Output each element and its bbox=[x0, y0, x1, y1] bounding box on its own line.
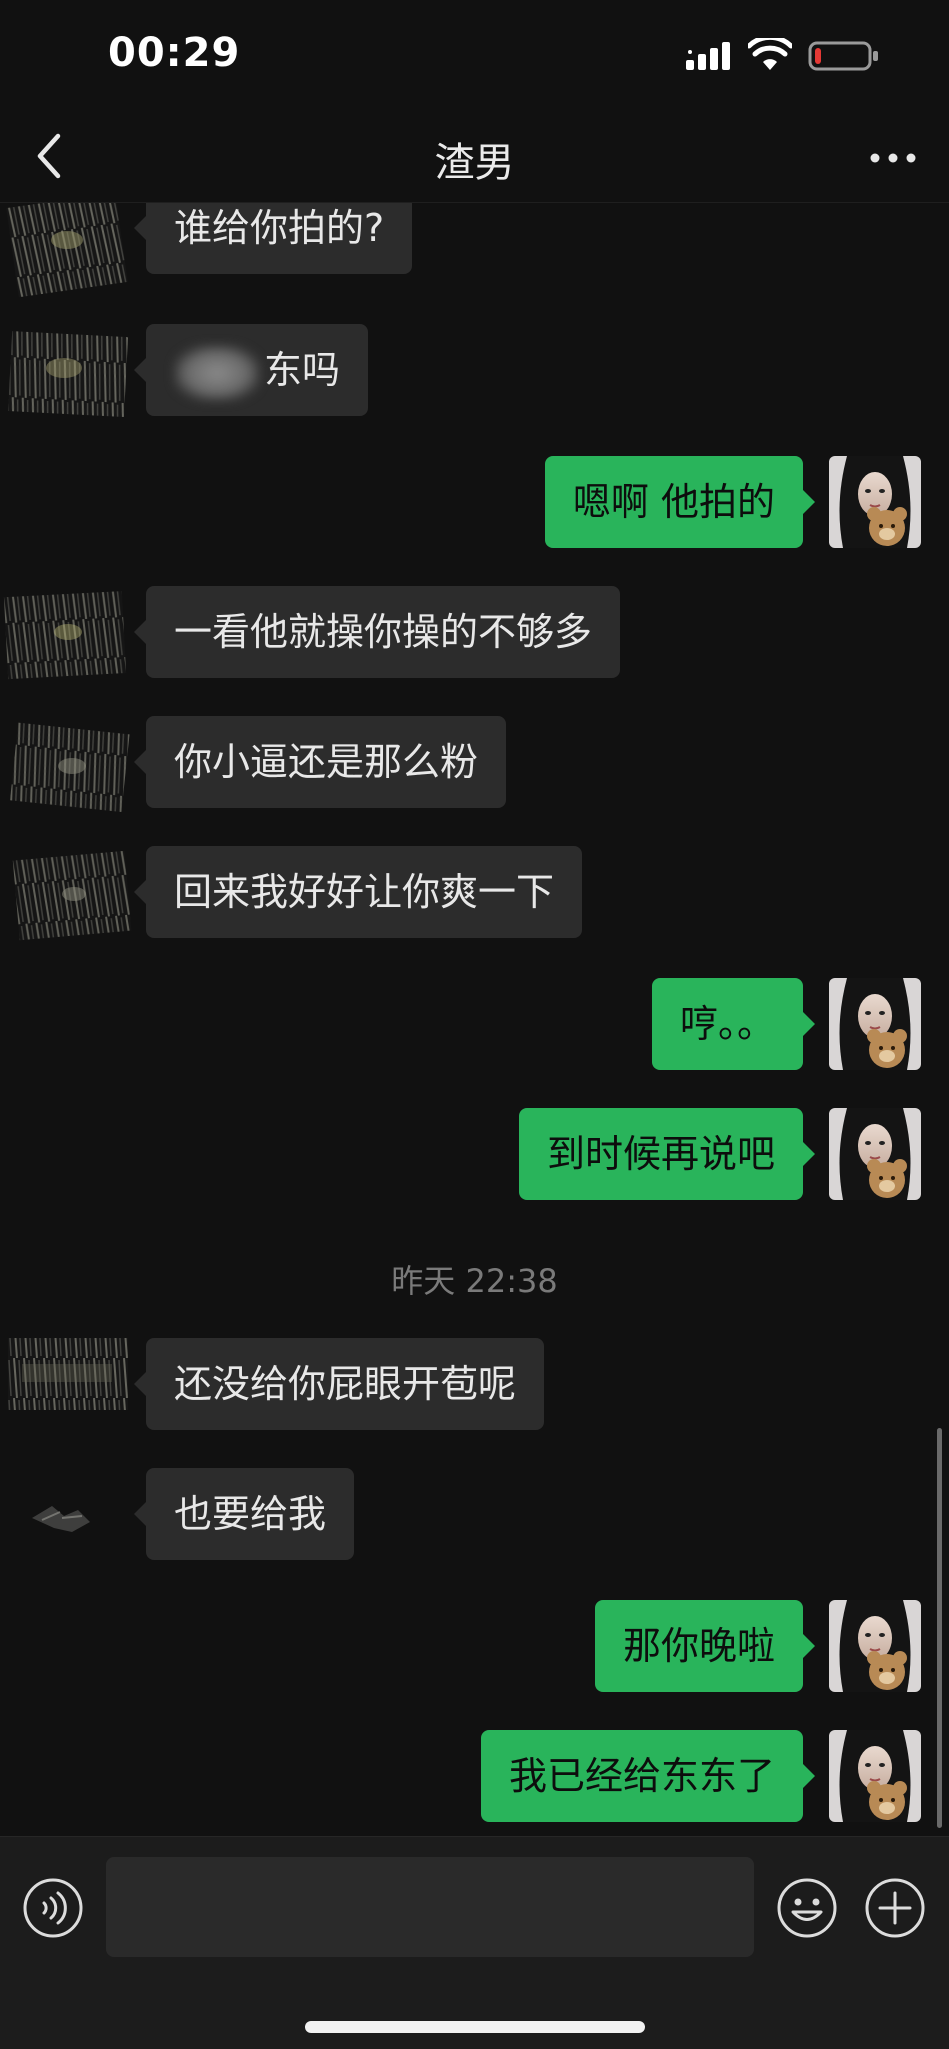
sender-avatar-scribbled[interactable] bbox=[2, 580, 132, 690]
my-avatar-girl-with-bear[interactable] bbox=[829, 456, 921, 548]
message-text: 哼。。 bbox=[679, 1002, 775, 1046]
message-text: 还没给你屁眼开苞呢 bbox=[174, 1362, 517, 1406]
incoming-message-bubble[interactable]: 也要给我 bbox=[133, 1468, 355, 1560]
battery-icon bbox=[808, 41, 878, 71]
incoming-message-bubble[interactable]: 回来我好好让你爽一下 bbox=[133, 846, 583, 938]
incoming-message-bubble[interactable]: 你小逼还是那么粉 bbox=[133, 716, 507, 808]
incoming-message-bubble[interactable]: 谁给你拍的? bbox=[133, 202, 413, 274]
message-text: 嗯啊 他拍的 bbox=[572, 480, 775, 524]
my-avatar-girl-with-bear[interactable] bbox=[829, 978, 921, 1070]
outgoing-message-bubble[interactable]: 嗯啊 他拍的 bbox=[544, 456, 816, 548]
cellular-signal-icon bbox=[686, 42, 730, 70]
sender-avatar-scribbled[interactable] bbox=[2, 320, 132, 430]
my-avatar-girl-with-bear[interactable] bbox=[829, 1600, 921, 1692]
chat-scrollbar[interactable] bbox=[937, 1428, 942, 1828]
my-avatar-girl-with-bear[interactable] bbox=[829, 1730, 921, 1822]
sender-avatar-scribbled[interactable] bbox=[2, 202, 132, 300]
outgoing-message-bubble[interactable]: 我已经给东东了 bbox=[480, 1730, 816, 1822]
incoming-message-bubble[interactable]: 一看他就操你操的不够多 bbox=[133, 586, 621, 678]
outgoing-message-bubble[interactable]: 到时候再说吧 bbox=[518, 1108, 816, 1200]
input-bar bbox=[0, 1836, 949, 2049]
more-dots-icon[interactable] bbox=[865, 138, 921, 178]
wifi-icon bbox=[748, 38, 792, 70]
incoming-message-bubble[interactable]: 东吗 bbox=[133, 324, 369, 416]
my-avatar-girl-with-bear[interactable] bbox=[829, 1108, 921, 1200]
chat-title: 渣男 bbox=[434, 140, 515, 186]
sender-avatar-scribbled[interactable] bbox=[2, 1458, 132, 1568]
emoji-icon[interactable] bbox=[776, 1877, 838, 1939]
outgoing-message-bubble[interactable]: 哼。。 bbox=[651, 978, 816, 1070]
incoming-message-bubble[interactable]: 还没给你屁眼开苞呢 bbox=[133, 1338, 545, 1430]
back-chevron-icon[interactable] bbox=[30, 128, 70, 184]
sender-avatar-scribbled[interactable] bbox=[2, 710, 132, 820]
message-text: 你小逼还是那么粉 bbox=[174, 740, 479, 784]
message-text: 到时候再说吧 bbox=[546, 1132, 775, 1176]
voice-icon[interactable] bbox=[22, 1877, 84, 1939]
message-text: 回来我好好让你爽一下 bbox=[174, 870, 555, 914]
message-timestamp: 昨天 22:38 bbox=[391, 1262, 558, 1300]
redacted-text-blur bbox=[174, 344, 260, 401]
plus-icon[interactable] bbox=[864, 1877, 926, 1939]
status-time: 00:29 bbox=[108, 30, 241, 76]
nav-bar: 渣男 bbox=[0, 110, 949, 203]
sender-avatar-scribbled[interactable] bbox=[2, 840, 132, 950]
message-input[interactable] bbox=[106, 1857, 754, 1957]
message-text: 那你晚啦 bbox=[622, 1624, 775, 1668]
sender-avatar-scribbled[interactable] bbox=[2, 1318, 132, 1428]
message-text: 我已经给东东了 bbox=[508, 1754, 775, 1798]
message-text: 东吗 bbox=[264, 348, 341, 392]
message-text: 也要给我 bbox=[174, 1492, 327, 1536]
chat-message-list[interactable]: 谁给你拍的? 东吗 嗯啊 他拍的 一看他就操你操的不够多 你小逼还是那么粉 回来… bbox=[0, 202, 949, 1836]
outgoing-message-bubble[interactable]: 那你晚啦 bbox=[594, 1600, 816, 1692]
status-bar: 00:29 bbox=[0, 0, 949, 110]
home-indicator[interactable] bbox=[305, 2021, 645, 2033]
message-text: 谁给你拍的? bbox=[174, 206, 385, 250]
message-text: 一看他就操你操的不够多 bbox=[174, 610, 593, 654]
